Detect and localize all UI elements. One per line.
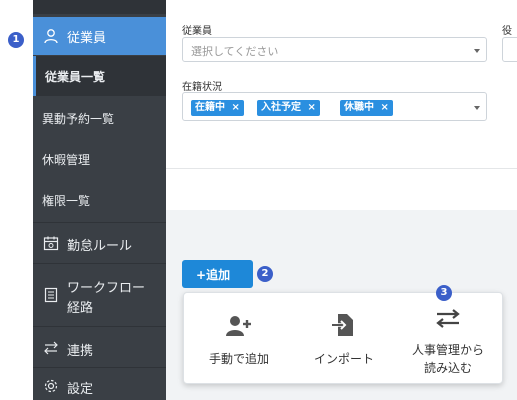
sidebar-item-label: 設定	[67, 382, 94, 397]
employee-select[interactable]: 選択してください	[182, 37, 487, 62]
menu-item-import[interactable]: インポート	[294, 293, 394, 385]
sidebar-item-attendance-rules[interactable]: 勤怠ルール	[33, 222, 166, 263]
close-icon[interactable]: ×	[380, 102, 388, 113]
status-tag-active[interactable]: 在籍中 ×	[191, 100, 244, 116]
menu-item-label: インポート	[313, 352, 374, 366]
sidebar-item-integration[interactable]: 連携	[33, 326, 166, 367]
sidebar-item-label: 従業員	[67, 31, 107, 46]
menu-item-load-from-hr[interactable]: 人事管理から 読み込む	[394, 293, 502, 385]
add-menu-dropdown: 手動で追加 インポート 人事管理から 読み込む	[183, 292, 503, 384]
sidebar-subitem-employee-list[interactable]: 従業員一覧	[33, 56, 166, 96]
chevron-down-icon	[474, 106, 480, 110]
add-button[interactable]: +追加	[182, 260, 253, 288]
menu-item-label: 手動で追加	[208, 352, 269, 366]
add-button-content: +追加	[196, 266, 230, 283]
menu-item-label: 人事管理から	[411, 343, 484, 357]
annotation-badge-1: 1	[8, 32, 24, 48]
exchange-icon	[43, 340, 59, 356]
sidebar-subitem-label: 従業員一覧	[45, 70, 106, 84]
status-multiselect[interactable]: 在籍中 × 入社予定 × 休職中 ×	[182, 92, 487, 121]
annotation-badge-3: 3	[436, 285, 452, 301]
menu-item-manual-add[interactable]: 手動で追加	[184, 293, 294, 385]
swap-icon	[436, 309, 460, 332]
plus-icon: +	[196, 268, 207, 282]
status-tag-joining[interactable]: 入社予定 ×	[257, 100, 320, 116]
employee-select-placeholder: 選択してください	[191, 45, 279, 58]
sidebar-item-workflow-route[interactable]: ワークフロー 経路	[33, 263, 166, 326]
annotation-badge-2: 2	[257, 266, 273, 282]
sidebar-subitem-label: 権限一覧	[42, 194, 91, 208]
gear-icon	[43, 378, 59, 394]
chevron-down-icon	[474, 49, 480, 53]
sidebar-subitem-permission-list[interactable]: 権限一覧	[33, 180, 166, 220]
sidebar-item-label: 勤怠ルール	[67, 239, 133, 254]
sidebar: 従業員 従業員一覧 異動予約一覧 休暇管理 権限一覧 勤怠ルール ワークフロー …	[33, 0, 166, 400]
role-field-label: 役	[502, 26, 512, 37]
sidebar-subitem-label: 休暇管理	[42, 153, 91, 167]
sidebar-item-label: 連携	[67, 344, 94, 359]
sidebar-item-settings[interactable]: 設定	[33, 367, 166, 400]
status-tag-label: 在籍中	[195, 102, 225, 113]
sidebar-subitem-leave-management[interactable]: 休暇管理	[33, 139, 166, 179]
user-icon	[43, 28, 59, 44]
status-tag-on-leave[interactable]: 休職中 ×	[340, 100, 393, 116]
section-divider	[166, 168, 517, 169]
sidebar-subitem-transfer-list[interactable]: 異動予約一覧	[33, 98, 166, 138]
sidebar-item-employees[interactable]: 従業員	[33, 17, 166, 55]
import-icon	[332, 313, 354, 340]
sidebar-item-label: 経路	[67, 301, 94, 316]
close-icon[interactable]: ×	[231, 102, 239, 113]
role-select[interactable]	[502, 37, 517, 62]
close-icon[interactable]: ×	[307, 102, 315, 113]
add-button-label: 追加	[206, 268, 231, 282]
sidebar-subitem-label: 異動予約一覧	[42, 112, 115, 126]
calendar-icon	[43, 235, 59, 251]
status-tag-label: 入社予定	[261, 102, 301, 113]
status-field-label: 在籍状況	[182, 82, 222, 93]
add-user-icon	[226, 315, 254, 340]
sidebar-top-bar	[33, 0, 166, 14]
sidebar-item-label: ワークフロー	[67, 281, 146, 296]
employee-field-label: 従業員	[182, 26, 212, 37]
menu-item-label: 読み込む	[423, 361, 472, 375]
status-tag-label: 休職中	[344, 102, 374, 113]
document-icon	[43, 287, 59, 303]
